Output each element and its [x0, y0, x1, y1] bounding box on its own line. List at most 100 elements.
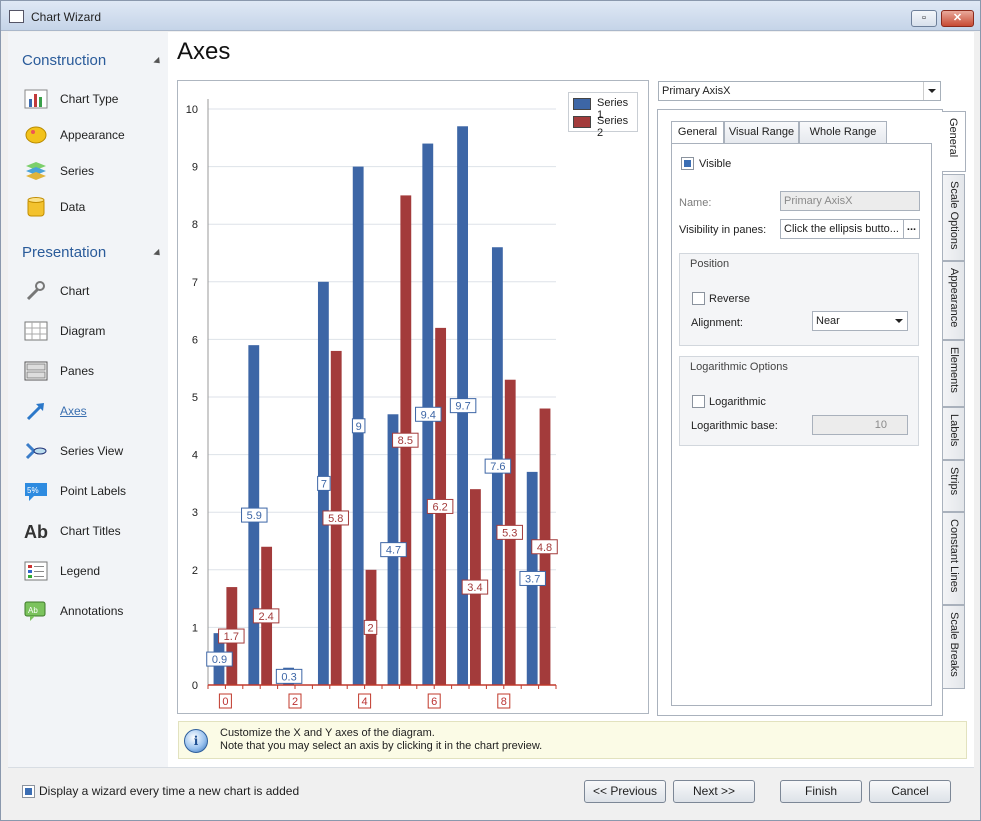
cancel-button[interactable]: Cancel [869, 780, 951, 803]
svg-text:Ab: Ab [24, 522, 48, 542]
restore-button[interactable]: ▫ [911, 10, 937, 27]
sidebar-item-label: Series [60, 164, 95, 178]
previous-button[interactable]: << Previous [584, 780, 666, 803]
sidebar: Construction Chart Type Appearance Series D… [8, 32, 168, 767]
side-tab-label: Appearance [948, 268, 960, 328]
sidebar-item-chart-type[interactable]: Chart Type [24, 86, 164, 112]
panes-icon [24, 360, 48, 382]
info-line-1: Customize the X and Y axes of the diagra… [220, 727, 435, 739]
finish-button[interactable]: Finish [780, 780, 862, 803]
bar-chart-icon [24, 88, 48, 110]
sidebar-item-panes[interactable]: Panes [24, 358, 164, 384]
alignment-label: Alignment: [691, 317, 743, 329]
sidebar-item-series[interactable]: Series [24, 158, 164, 184]
sidebar-item-appearance[interactable]: Appearance [24, 122, 164, 148]
sidebar-item-label: Legend [60, 564, 101, 578]
data-label: 7.6 [490, 461, 505, 473]
legend-swatch [573, 98, 591, 110]
info-hint-panel: i Customize the X and Y axes of the diag… [178, 721, 967, 759]
sidebar-item-label: Chart [60, 284, 90, 298]
side-tab-general[interactable]: General [942, 111, 966, 172]
y-tick-label: 10 [186, 104, 198, 116]
info-line-2: Note that you may select an axis by clic… [220, 740, 543, 752]
sidebar-item-chart-titles[interactable]: Ab Chart Titles [24, 518, 164, 544]
axis-selector[interactable]: Primary AxisX [658, 81, 941, 101]
tab-general[interactable]: General [671, 121, 724, 144]
svg-text:5%: 5% [27, 486, 39, 495]
ellipsis-button[interactable]: ... [903, 219, 920, 239]
data-label: 5.9 [247, 510, 262, 522]
side-tab-appearance[interactable]: Appearance [943, 261, 965, 340]
collapse-construction-icon[interactable] [153, 56, 163, 67]
logarithmic-base-spinner[interactable]: 10 [812, 415, 908, 435]
chart-svg[interactable]: 0 1 2 3 4 5 6 7 8 9 10 0.9 5.9 0.3 7 9 4.7 9.4 9.7 7.6 3.7 1.… [178, 81, 648, 713]
data-label: 2.4 [258, 611, 273, 623]
data-label: 4.8 [537, 542, 552, 554]
wizard-content: Construction Chart Type Appearance Series D… [8, 32, 974, 815]
sidebar-item-label: Annotations [60, 604, 124, 618]
logarithmic-options-group: Logarithmic Options Logarithmic Logarith… [679, 356, 919, 446]
y-tick-label: 6 [192, 334, 198, 346]
chevron-down-icon[interactable] [923, 82, 940, 100]
data-label: 3.4 [467, 582, 482, 594]
visible-checkbox[interactable] [681, 157, 694, 170]
sidebar-item-data[interactable]: Data [24, 194, 164, 220]
data-label: 9 [356, 421, 362, 433]
sidebar-item-annotations[interactable]: Ab Annotations [24, 598, 164, 624]
y-tick-label: 1 [192, 622, 198, 634]
logarithmic-checkbox[interactable] [692, 395, 705, 408]
name-field[interactable]: Primary AxisX [780, 191, 920, 211]
alignment-value: Near [816, 315, 840, 327]
side-tab-label: Elements [948, 347, 960, 393]
sidebar-item-diagram[interactable]: Diagram [24, 318, 164, 344]
axis-properties-panel: General Visual Range Whole Range Visible… [657, 109, 943, 716]
tab-visual-range[interactable]: Visual Range [724, 121, 799, 143]
side-tab-elements[interactable]: Elements [943, 340, 965, 407]
sidebar-item-chart[interactable]: Chart [24, 278, 164, 304]
data-label: 3.7 [525, 573, 540, 585]
x-tick-label: 2 [292, 696, 298, 708]
reverse-checkbox[interactable] [692, 292, 705, 305]
next-button[interactable]: Next >> [673, 780, 755, 803]
database-icon [24, 196, 48, 218]
close-button[interactable]: ✕ [941, 10, 974, 27]
collapse-presentation-icon[interactable] [153, 248, 163, 259]
tab-whole-range[interactable]: Whole Range [799, 121, 887, 143]
chart-preview[interactable]: 0 1 2 3 4 5 6 7 8 9 10 0.9 5.9 0.3 7 9 4.7 9.4 9.7 7.6 3.7 1.… [177, 80, 649, 714]
series-view-icon [24, 440, 48, 462]
side-tab-scale-options[interactable]: Scale Options [943, 174, 965, 261]
display-wizard-checkbox[interactable] [22, 785, 35, 798]
data-label: 6.2 [432, 501, 447, 513]
side-tab-label: Strips [948, 467, 960, 496]
data-label: 4.7 [386, 545, 401, 557]
side-tab-constant-lines[interactable]: Constant Lines [943, 512, 965, 605]
data-label: 2 [367, 622, 373, 634]
sidebar-item-axes[interactable]: Axes [24, 398, 164, 424]
sidebar-item-series-view[interactable]: Series View [24, 438, 164, 464]
side-tab-scale-breaks[interactable]: Scale Breaks [943, 605, 965, 689]
legend-item: Series 1 [573, 96, 637, 121]
legend-icon [24, 560, 48, 582]
side-tab-strips[interactable]: Strips [943, 460, 965, 512]
title-bar: Chart Wizard ▫ ✕ [1, 1, 980, 31]
sidebar-item-label: Diagram [60, 324, 106, 338]
sidebar-item-label: Axes [60, 404, 87, 418]
side-tab-label: Labels [948, 414, 960, 447]
sidebar-item-point-labels[interactable]: 5% Point Labels [24, 478, 164, 504]
side-tab-labels[interactable]: Labels [943, 407, 965, 460]
alignment-select[interactable]: Near [812, 311, 908, 331]
presentation-section-title: Presentation [22, 244, 107, 261]
axes-arrow-icon [24, 400, 48, 422]
side-tab-label: Scale Breaks [948, 612, 960, 677]
y-tick-label: 2 [192, 565, 198, 577]
sidebar-item-label: Chart Titles [60, 524, 121, 538]
data-label: 5.3 [502, 527, 517, 539]
x-tick-label: 0 [222, 696, 228, 708]
data-label: 9.4 [421, 409, 436, 421]
sidebar-item-legend[interactable]: Legend [24, 558, 164, 584]
chart-wizard-window: Chart Wizard ▫ ✕ Construction Chart Type… [0, 0, 981, 821]
sidebar-item-label: Series View [60, 444, 124, 458]
wrench-icon [24, 280, 48, 302]
legend-label: Series 2 [597, 115, 629, 139]
visibility-in-panes-field[interactable]: Click the ellipsis butto... [780, 219, 904, 239]
